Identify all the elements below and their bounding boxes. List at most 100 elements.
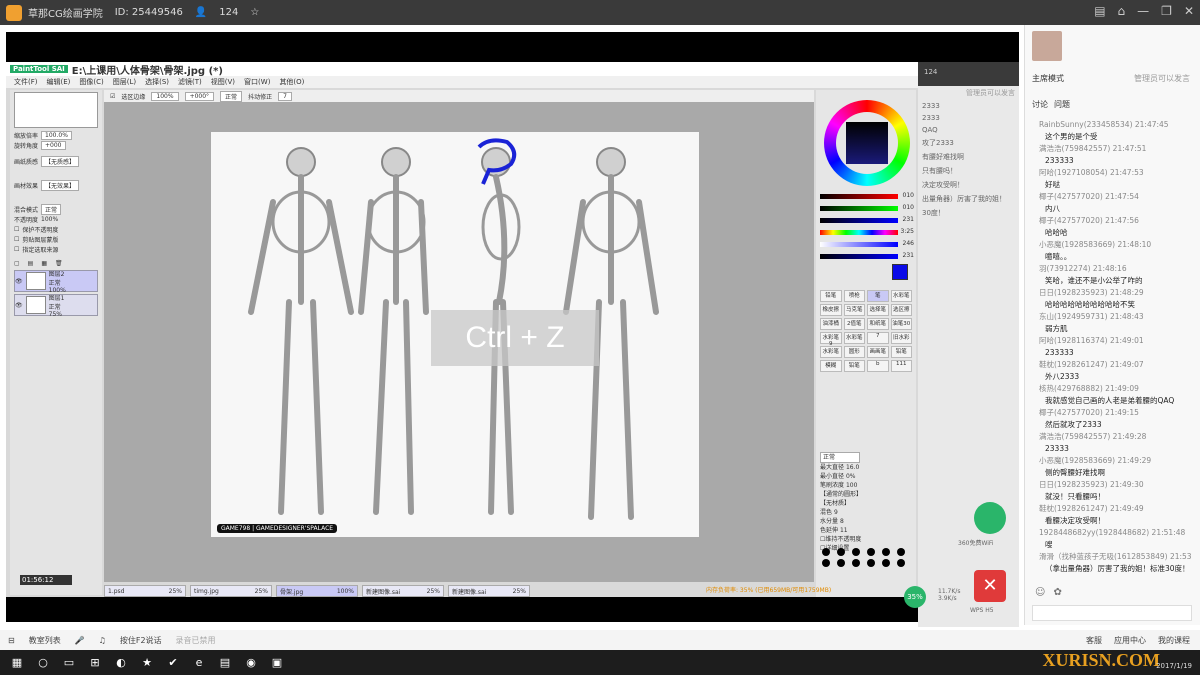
brush-size-presets[interactable]: [822, 548, 909, 567]
delete-layer-icon[interactable]: 🗑: [55, 260, 63, 267]
menu-view[interactable]: 视图(V): [211, 77, 235, 87]
new-layer-icon[interactable]: ▢: [14, 260, 20, 267]
doc-tab[interactable]: 新建图像.sai 25%: [448, 585, 530, 597]
service-button[interactable]: 客服: [1086, 635, 1102, 646]
checkbox-icon[interactable]: ☐: [14, 246, 19, 253]
notes-icon[interactable]: ▤: [1094, 4, 1105, 18]
b-slider[interactable]: [820, 218, 898, 223]
h-slider[interactable]: [820, 230, 898, 235]
min-size-value[interactable]: 0%: [846, 473, 856, 480]
class-app-icon[interactable]: ▣: [268, 654, 286, 672]
minimize-icon[interactable]: —: [1137, 4, 1149, 18]
paper-select[interactable]: 【无质感】: [41, 155, 80, 167]
brush-shape-select[interactable]: 【通常的圆形】: [820, 490, 912, 499]
density-value[interactable]: 100: [846, 482, 857, 489]
tool-slot[interactable]: 水彩笔: [843, 332, 865, 344]
restore-icon[interactable]: ❐: [1161, 4, 1172, 18]
avatar[interactable]: [1032, 31, 1062, 61]
tool-slot[interactable]: 旧水彩: [890, 332, 912, 344]
rotate-value[interactable]: +000: [41, 140, 66, 150]
tab-questions[interactable]: 问题: [1054, 99, 1070, 110]
max-size-value[interactable]: 16.0: [846, 464, 859, 471]
angle-field[interactable]: +000°: [184, 91, 215, 101]
tool-slot[interactable]: b: [867, 360, 889, 372]
flower-icon[interactable]: ✿: [1053, 587, 1061, 598]
tool-slot[interactable]: 和纸笔: [867, 318, 889, 330]
ie-browser-icon[interactable]: e: [190, 654, 208, 672]
tool-slot[interactable]: 111: [890, 360, 912, 372]
star-app-icon[interactable]: ★: [138, 654, 156, 672]
tool-slot[interactable]: 喷枪: [843, 290, 865, 302]
tool-slot[interactable]: 选择笔: [867, 304, 889, 316]
doc-tab[interactable]: 新建图像.sai 25%: [362, 585, 444, 597]
menu-file[interactable]: 文件(F): [14, 77, 38, 87]
menu-image[interactable]: 图像(C): [79, 77, 103, 87]
tool-slot[interactable]: 油漆桶: [820, 318, 842, 330]
layer-item[interactable]: 👁 图层1 正常 75%: [14, 294, 98, 318]
close-icon[interactable]: ✕: [1184, 4, 1194, 18]
hold-value[interactable]: 11: [840, 527, 848, 534]
checkbox-icon[interactable]: ☐: [14, 236, 19, 243]
tool-slot[interactable]: 水彩笔: [890, 290, 912, 302]
wps-app-icon[interactable]: ✕: [974, 570, 1006, 602]
qq-browser-icon[interactable]: ◐: [112, 654, 130, 672]
tool-slot[interactable]: 水彩笔9: [820, 332, 842, 347]
doc-tab-active[interactable]: 骨架.jpg 100%: [276, 585, 358, 597]
eye-icon[interactable]: 👁: [15, 278, 23, 285]
tool-slot[interactable]: 2值笔: [843, 318, 865, 330]
navigator-preview[interactable]: [14, 92, 98, 128]
layer-item[interactable]: 👁 图层2 正常 100%: [14, 270, 98, 294]
doc-tab[interactable]: timg.jpg 25%: [190, 585, 272, 597]
tool-slot[interactable]: 画画笔: [867, 346, 889, 358]
tool-slot[interactable]: 铅笔: [843, 360, 865, 372]
material-select[interactable]: 【无效果】: [41, 179, 80, 191]
blend-select[interactable]: 正常: [41, 203, 62, 215]
emoji-icon[interactable]: ☺: [1035, 587, 1045, 598]
tool-slot[interactable]: 油笔30: [890, 318, 912, 330]
tool-slot[interactable]: 铅笔: [820, 290, 842, 302]
task-view-icon[interactable]: ▭: [60, 654, 78, 672]
classroom-list-button[interactable]: 教室列表: [29, 635, 61, 646]
doc-tab[interactable]: 1.psd 25%: [104, 585, 186, 597]
color-square[interactable]: [846, 122, 888, 164]
zoom-field[interactable]: 100%: [151, 91, 179, 101]
new-folder-icon[interactable]: ▤: [28, 260, 34, 267]
mode-select[interactable]: 正常: [220, 90, 243, 102]
tool-slot[interactable]: 铅笔: [890, 346, 912, 358]
chat-input[interactable]: [1032, 605, 1192, 621]
paint-app-icon[interactable]: ◉: [242, 654, 260, 672]
skin-icon[interactable]: ⌂: [1118, 4, 1126, 18]
tool-slot[interactable]: 橡皮擦: [820, 304, 842, 316]
check-app-icon[interactable]: ✔: [164, 654, 182, 672]
zoom-value[interactable]: 100.0%: [41, 130, 72, 140]
tool-slot[interactable]: 马克笔: [843, 304, 865, 316]
windows-icon[interactable]: ⊞: [86, 654, 104, 672]
windows-start-icon[interactable]: ▦: [8, 654, 26, 672]
water-value[interactable]: 8: [840, 518, 844, 525]
search-icon[interactable]: ○: [34, 654, 52, 672]
brush-mode[interactable]: 正常: [820, 452, 860, 463]
s-slider[interactable]: [820, 242, 898, 247]
menu-filter[interactable]: 滤镜(T): [178, 77, 202, 87]
tool-slot[interactable]: 选区擦: [890, 304, 912, 316]
menu-select[interactable]: 选择(S): [145, 77, 169, 87]
r-slider[interactable]: [820, 194, 898, 199]
color-wheel[interactable]: [824, 100, 910, 186]
merge-icon[interactable]: ▦: [41, 260, 47, 267]
opacity-value[interactable]: 100%: [41, 216, 58, 223]
film-app-icon[interactable]: ▤: [216, 654, 234, 672]
menu-window[interactable]: 窗口(W): [244, 77, 270, 87]
mix-value[interactable]: 9: [834, 509, 838, 516]
eye-icon[interactable]: 👁: [15, 302, 23, 309]
my-courses-button[interactable]: 我的课程: [1158, 635, 1190, 646]
tool-slot[interactable]: 7: [867, 332, 889, 344]
stabilizer-select[interactable]: 7: [278, 91, 292, 101]
v-slider[interactable]: [820, 254, 898, 259]
favorite-icon[interactable]: ☆: [250, 7, 259, 18]
g-slider[interactable]: [820, 206, 898, 211]
classroom-list-icon[interactable]: ⊟: [8, 636, 15, 645]
push-to-talk-button[interactable]: 按住F2说话: [120, 635, 162, 646]
app-center-button[interactable]: 应用中心: [1114, 635, 1146, 646]
menu-edit[interactable]: 编辑(E): [47, 77, 71, 87]
canvas-area[interactable]: GAME798 | GAMEDESIGNER'SPALACE Ctrl + Z: [104, 102, 814, 582]
